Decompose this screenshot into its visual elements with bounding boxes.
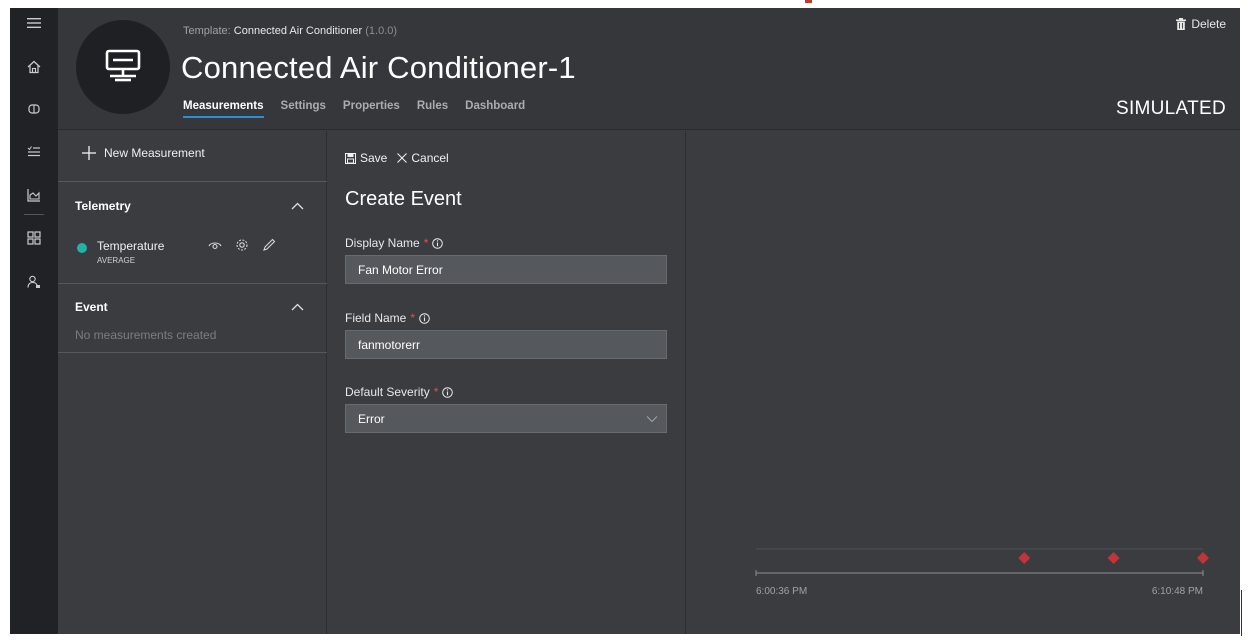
display-name-input[interactable]: Fan Motor Error [345,255,667,284]
required-marker: * [433,385,439,399]
red-marker [805,0,812,3]
divider [58,352,327,353]
save-label: Save [360,151,388,165]
info-icon[interactable] [419,312,430,324]
plus-icon [82,146,96,160]
create-event-panel: Save Cancel Create Event Display Name * … [328,131,686,634]
device-tabs: Measurements Settings Properties Rules D… [183,100,542,118]
device-title: Connected Air Conditioner-1 [181,50,576,85]
edit-pencil-icon[interactable] [262,238,276,257]
measurements-panel: New Measurement Telemetry Temperature AV… [58,131,327,634]
cancel-button[interactable]: Cancel [397,151,449,165]
save-button[interactable]: Save [345,151,387,165]
admin-icon[interactable] [10,267,58,297]
cancel-label: Cancel [411,151,449,165]
tab-rules[interactable]: Rules [417,100,448,118]
tab-properties[interactable]: Properties [343,100,400,118]
trash-icon [1176,18,1187,30]
simulated-status: SIMULATED [1115,98,1226,119]
default-severity-label-row: Default Severity * [345,385,454,399]
eye-icon[interactable] [208,238,222,257]
hamburger-icon[interactable] [10,8,58,38]
default-severity-label: Default Severity [345,385,430,399]
info-icon[interactable] [442,386,454,398]
chevron-down-icon [646,412,658,426]
save-icon [345,152,356,164]
field-name-input[interactable]: fanmotorerr [345,330,667,359]
measurement-name: Temperature [97,239,165,253]
measurement-item-temperature[interactable]: Temperature AVERAGE [75,237,310,267]
chevron-up-icon[interactable] [291,197,304,215]
event-marker[interactable] [1018,552,1031,564]
tab-dashboard[interactable]: Dashboard [465,100,525,118]
info-icon[interactable] [432,237,444,249]
series-color-dot [77,243,87,253]
event-markers [1018,552,1209,564]
chart-panel: 6:00:36 PM 6:10:48 PM [687,131,1240,634]
delete-label: Delete [1191,17,1226,31]
chevron-up-icon[interactable] [291,298,304,316]
template-name[interactable]: Connected Air Conditioner [234,25,362,37]
required-marker: * [410,311,416,325]
dashboard-icon[interactable] [10,223,58,253]
device-avatar [76,20,170,114]
field-name-label-row: Field Name * [345,311,430,325]
default-severity-select[interactable]: Error [345,404,667,433]
event-marker[interactable] [1107,552,1120,564]
tab-measurements[interactable]: Measurements [183,100,264,118]
device-header: Template: Connected Air Conditioner (1.0… [58,8,1240,130]
default-severity-value: Error [358,411,385,426]
device-icon[interactable] [10,94,58,124]
left-nav-rail [10,8,58,634]
rail-separator [24,214,44,215]
editor-actions: Save Cancel [345,151,449,165]
measurement-aggregation: AVERAGE [97,256,136,265]
x-axis-end-label: 6:10:48 PM [1152,586,1203,597]
gear-icon[interactable] [235,238,249,257]
new-measurement-button[interactable]: New Measurement [82,146,205,160]
telemetry-section-title: Telemetry [75,199,131,213]
rules-icon[interactable] [10,136,58,166]
empty-measurements-text: No measurements created [75,328,217,342]
x-axis-start-label: 6:00:36 PM [756,586,807,597]
measurement-actions [208,238,276,257]
event-section-title: Event [75,300,108,314]
close-icon [397,153,408,163]
app-frame: Template: Connected Air Conditioner (1.0… [10,8,1240,634]
home-icon[interactable] [10,52,58,82]
divider [58,283,327,284]
new-measurement-label: New Measurement [104,146,205,160]
event-marker[interactable] [1197,552,1209,564]
required-marker: * [423,236,429,250]
field-name-label: Field Name [345,311,407,325]
divider [58,181,327,182]
template-prefix: Template: [183,25,231,37]
display-name-label-row: Display Name * [345,236,444,250]
template-info: Template: Connected Air Conditioner (1.0… [183,25,397,37]
template-version: (1.0.0) [365,25,398,37]
analytics-icon[interactable] [10,180,58,210]
tab-settings[interactable]: Settings [281,100,326,118]
device-monitor-icon [105,49,141,82]
delete-button[interactable]: Delete [1176,17,1226,31]
edge-line [1241,590,1242,636]
event-chart: 6:00:36 PM 6:10:48 PM [755,548,1209,597]
display-name-label: Display Name [345,236,420,250]
top-strip [0,0,1250,8]
editor-title: Create Event [345,188,462,210]
